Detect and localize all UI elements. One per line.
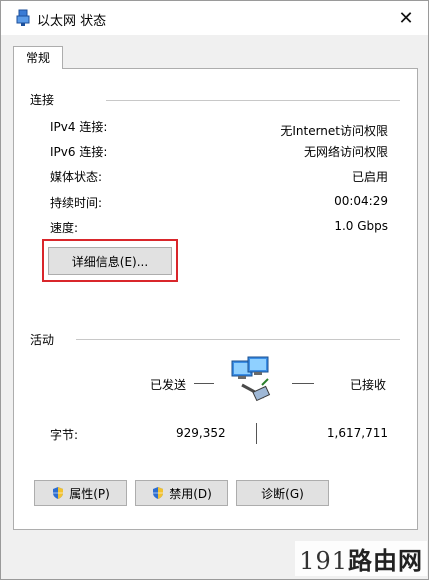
sent-line <box>194 383 214 384</box>
media-state-label: 媒体状态: <box>50 170 103 184</box>
watermark-text: 路由网 <box>348 547 423 575</box>
duration-label: 持续时间: <box>50 196 103 210</box>
properties-button[interactable]: 属性(P) <box>34 480 127 506</box>
diagnose-button[interactable]: 诊断(G) <box>236 480 329 506</box>
disable-label: 禁用(D) <box>169 486 212 501</box>
ipv4-label: IPv4 连接: <box>50 120 108 134</box>
bytes-received-value: 1,617,711 <box>326 426 388 440</box>
bytes-label: 字节: <box>50 428 79 442</box>
sent-label: 已发送 <box>150 378 187 392</box>
shield-icon <box>53 487 64 499</box>
activity-section-title: 活动 <box>30 333 55 347</box>
title-bar: 以太网 状态 ✕ <box>1 1 428 35</box>
ipv4-value: 无Internet访问权限 <box>280 124 388 138</box>
close-button[interactable]: ✕ <box>384 1 428 35</box>
general-panel: 连接 IPv4 连接: 无Internet访问权限 IPv6 连接: 无网络访问… <box>13 68 418 530</box>
ipv6-value: 无网络访问权限 <box>303 145 388 159</box>
media-state-value: 已启用 <box>351 170 388 184</box>
properties-label: 属性(P) <box>69 486 110 501</box>
received-label: 已接收 <box>350 378 387 392</box>
diagnose-label: 诊断(G) <box>261 486 304 501</box>
network-computers-icon <box>231 356 271 402</box>
watermark-number: 191 <box>299 547 348 575</box>
highlight-box <box>42 239 178 282</box>
window-title: 以太网 状态 <box>37 14 107 29</box>
ethernet-icon <box>16 9 30 26</box>
connection-section-title: 连接 <box>30 93 55 107</box>
speed-value: 1.0 Gbps <box>334 219 388 233</box>
watermark-logo: 191路由网 <box>295 541 427 576</box>
bytes-sent-value: 929,352 <box>176 426 226 440</box>
ipv6-label: IPv6 连接: <box>50 145 108 159</box>
activity-divider <box>76 339 400 340</box>
speed-label: 速度: <box>50 221 79 235</box>
disable-button[interactable]: 禁用(D) <box>135 480 228 506</box>
close-icon: ✕ <box>398 7 414 29</box>
tab-general[interactable]: 常规 <box>13 46 63 69</box>
duration-value: 00:04:29 <box>334 194 388 208</box>
connection-divider <box>106 100 400 101</box>
received-line <box>292 383 314 384</box>
shield-icon <box>153 487 164 499</box>
bytes-separator <box>256 423 257 444</box>
status-dialog: 以太网 状态 ✕ 常规 连接 IPv4 连接: 无Internet访问权限 IP… <box>0 0 429 580</box>
